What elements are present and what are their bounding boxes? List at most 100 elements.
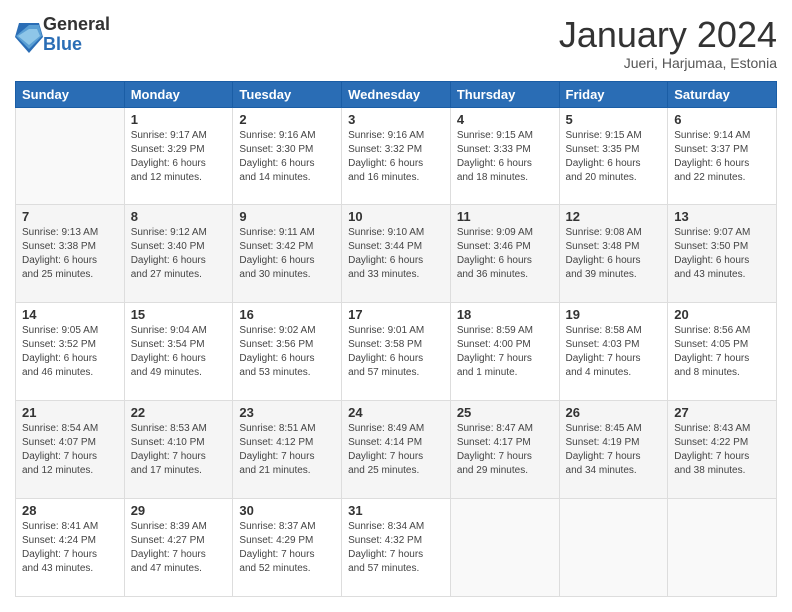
table-row [559,499,668,597]
table-row: 5 Sunrise: 9:15 AM Sunset: 3:35 PM Daylig… [559,107,668,205]
logo-blue-text: Blue [43,35,110,55]
title-block: January 2024 Jueri, Harjumaa, Estonia [559,15,777,71]
table-row: 11 Sunrise: 9:09 AM Sunset: 3:46 PM Dayli… [450,205,559,303]
col-sunday: Sunday [16,81,125,107]
calendar-row: 28Sunrise: 8:41 AM Sunset: 4:24 PM Dayli… [16,499,777,597]
calendar-row: 1 Sunrise: 9:17 AM Sunset: 3:29 PM Daylig… [16,107,777,205]
table-row: 18Sunrise: 8:59 AM Sunset: 4:00 PM Dayli… [450,303,559,401]
month-title: January 2024 [559,15,777,55]
table-row: 14 Sunrise: 9:05 AM Sunset: 3:52 PM Dayli… [16,303,125,401]
table-row: 2 Sunrise: 9:16 AM Sunset: 3:30 PM Daylig… [233,107,342,205]
day-number: 12 [566,209,662,224]
col-tuesday: Tuesday [233,81,342,107]
day-info: Sunrise: 8:47 AM Sunset: 4:17 PM Dayligh… [457,422,553,478]
day-number: 19 [566,307,662,322]
table-row: 7 Sunrise: 9:13 AM Sunset: 3:38 PM Daylig… [16,205,125,303]
table-row: 24 Sunrise: 8:49 AM Sunset: 4:14 PM Dayli… [342,401,451,499]
day-number: 14 [22,307,118,322]
day-number: 23 [239,405,335,420]
col-friday: Friday [559,81,668,107]
day-number: 26 [566,405,662,420]
day-number: 30 [239,503,335,518]
calendar-row: 14 Sunrise: 9:05 AM Sunset: 3:52 PM Dayli… [16,303,777,401]
table-row: 21 Sunrise: 8:54 AM Sunset: 4:07 PM Dayli… [16,401,125,499]
table-row: 8 Sunrise: 9:12 AM Sunset: 3:40 PM Daylig… [124,205,233,303]
col-thursday: Thursday [450,81,559,107]
day-info: Sunrise: 8:56 AM Sunset: 4:05 PM Dayligh… [674,324,770,380]
day-info: Sunrise: 8:54 AM Sunset: 4:07 PM Dayligh… [22,422,118,478]
day-number: 17 [348,307,444,322]
table-row [450,499,559,597]
day-info: Sunrise: 8:43 AM Sunset: 4:22 PM Dayligh… [674,422,770,478]
table-row: 13Sunrise: 9:07 AM Sunset: 3:50 PM Dayli… [668,205,777,303]
day-number: 10 [348,209,444,224]
day-number: 16 [239,307,335,322]
day-info: Sunrise: 9:11 AM Sunset: 3:42 PM Dayligh… [239,226,335,282]
table-row: 26 Sunrise: 8:45 AM Sunset: 4:19 PM Dayli… [559,401,668,499]
table-row: 22Sunrise: 8:53 AM Sunset: 4:10 PM Dayli… [124,401,233,499]
day-number: 24 [348,405,444,420]
day-number: 29 [131,503,227,518]
day-number: 3 [348,112,444,127]
day-info: Sunrise: 9:05 AM Sunset: 3:52 PM Dayligh… [22,324,118,380]
day-info: Sunrise: 9:10 AM Sunset: 3:44 PM Dayligh… [348,226,444,282]
table-row: 9 Sunrise: 9:11 AM Sunset: 3:42 PM Daylig… [233,205,342,303]
day-number: 20 [674,307,770,322]
day-number: 2 [239,112,335,127]
table-row: 19 Sunrise: 8:58 AM Sunset: 4:03 PM Dayli… [559,303,668,401]
day-number: 5 [566,112,662,127]
day-info: Sunrise: 9:13 AM Sunset: 3:38 PM Dayligh… [22,226,118,282]
day-number: 21 [22,405,118,420]
day-number: 9 [239,209,335,224]
day-info: Sunrise: 8:53 AM Sunset: 4:10 PM Dayligh… [131,422,227,478]
day-info: Sunrise: 9:16 AM Sunset: 3:32 PM Dayligh… [348,129,444,185]
day-info: Sunrise: 9:08 AM Sunset: 3:48 PM Dayligh… [566,226,662,282]
logo-general-text: General [43,15,110,35]
table-row: 3 Sunrise: 9:16 AM Sunset: 3:32 PM Daylig… [342,107,451,205]
day-number: 15 [131,307,227,322]
table-row: 15 Sunrise: 9:04 AM Sunset: 3:54 PM Dayli… [124,303,233,401]
day-number: 8 [131,209,227,224]
logo-text: General Blue [43,15,110,55]
table-row: 28Sunrise: 8:41 AM Sunset: 4:24 PM Dayli… [16,499,125,597]
table-row [16,107,125,205]
calendar-header-row: Sunday Monday Tuesday Wednesday Thursday… [16,81,777,107]
day-info: Sunrise: 9:09 AM Sunset: 3:46 PM Dayligh… [457,226,553,282]
day-number: 1 [131,112,227,127]
table-row: 12 Sunrise: 9:08 AM Sunset: 3:48 PM Dayli… [559,205,668,303]
day-info: Sunrise: 9:12 AM Sunset: 3:40 PM Dayligh… [131,226,227,282]
table-row: 20 Sunrise: 8:56 AM Sunset: 4:05 PM Dayli… [668,303,777,401]
day-number: 11 [457,209,553,224]
day-info: Sunrise: 9:01 AM Sunset: 3:58 PM Dayligh… [348,324,444,380]
day-info: Sunrise: 8:45 AM Sunset: 4:19 PM Dayligh… [566,422,662,478]
day-number: 31 [348,503,444,518]
day-info: Sunrise: 9:17 AM Sunset: 3:29 PM Dayligh… [131,129,227,185]
table-row: 10 Sunrise: 9:10 AM Sunset: 3:44 PM Dayli… [342,205,451,303]
day-number: 28 [22,503,118,518]
col-saturday: Saturday [668,81,777,107]
table-row [668,499,777,597]
day-info: Sunrise: 8:39 AM Sunset: 4:27 PM Dayligh… [131,520,227,576]
table-row: 1 Sunrise: 9:17 AM Sunset: 3:29 PM Daylig… [124,107,233,205]
day-number: 6 [674,112,770,127]
day-info: Sunrise: 9:02 AM Sunset: 3:56 PM Dayligh… [239,324,335,380]
day-info: Sunrise: 9:15 AM Sunset: 3:35 PM Dayligh… [566,129,662,185]
day-number: 7 [22,209,118,224]
day-info: Sunrise: 9:04 AM Sunset: 3:54 PM Dayligh… [131,324,227,380]
day-info: Sunrise: 8:49 AM Sunset: 4:14 PM Dayligh… [348,422,444,478]
table-row: 31Sunrise: 8:34 AM Sunset: 4:32 PM Dayli… [342,499,451,597]
table-row: 25Sunrise: 8:47 AM Sunset: 4:17 PM Dayli… [450,401,559,499]
day-info: Sunrise: 8:51 AM Sunset: 4:12 PM Dayligh… [239,422,335,478]
day-info: Sunrise: 8:37 AM Sunset: 4:29 PM Dayligh… [239,520,335,576]
logo-icon [15,21,39,49]
location-subtitle: Jueri, Harjumaa, Estonia [559,55,777,71]
day-info: Sunrise: 9:14 AM Sunset: 3:37 PM Dayligh… [674,129,770,185]
day-info: Sunrise: 9:16 AM Sunset: 3:30 PM Dayligh… [239,129,335,185]
day-number: 13 [674,209,770,224]
day-number: 18 [457,307,553,322]
col-monday: Monday [124,81,233,107]
day-number: 4 [457,112,553,127]
table-row: 29 Sunrise: 8:39 AM Sunset: 4:27 PM Dayli… [124,499,233,597]
table-row: 16 Sunrise: 9:02 AM Sunset: 3:56 PM Dayli… [233,303,342,401]
day-info: Sunrise: 8:58 AM Sunset: 4:03 PM Dayligh… [566,324,662,380]
